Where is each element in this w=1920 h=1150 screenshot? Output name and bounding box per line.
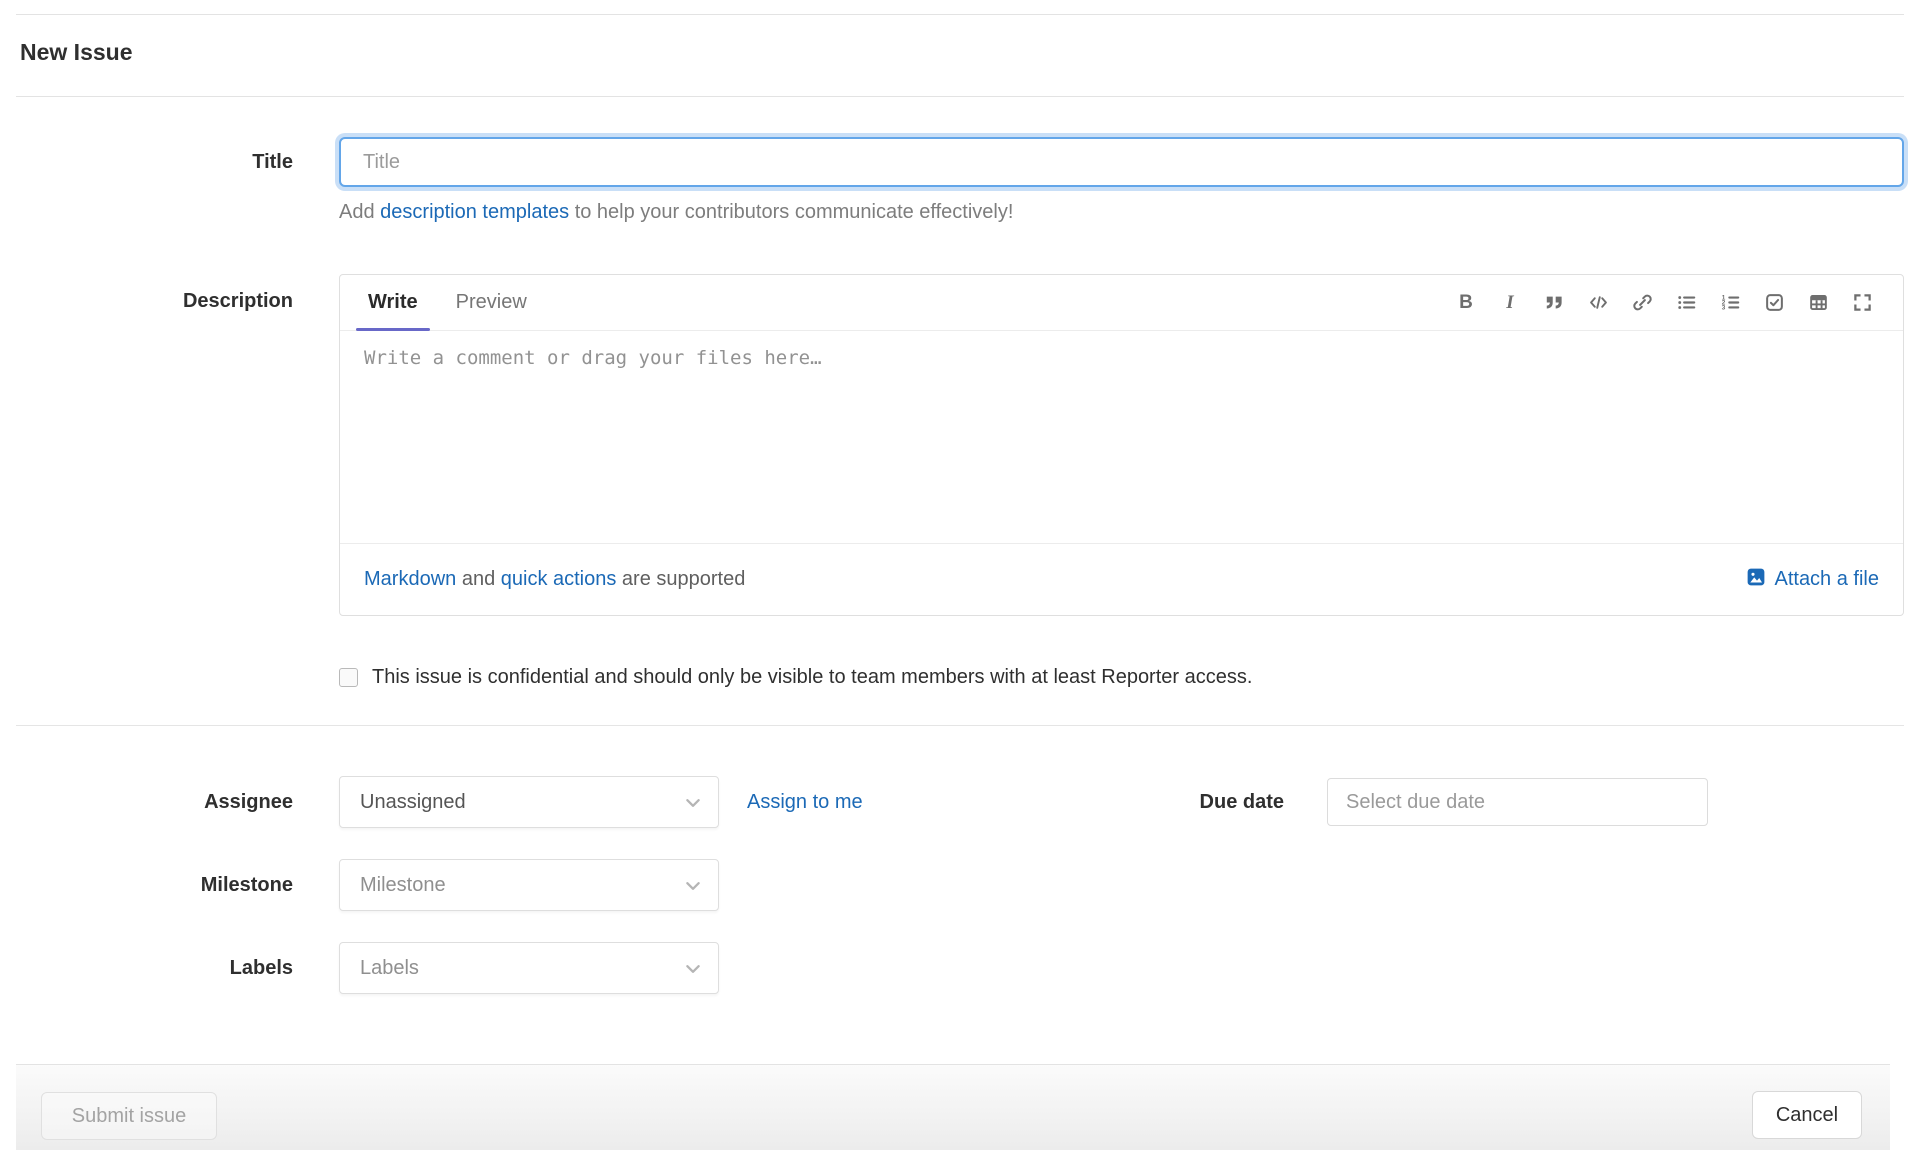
- svg-text:3: 3: [1721, 305, 1725, 312]
- link-icon[interactable]: [1627, 288, 1657, 318]
- assignee-label: Assignee: [204, 790, 293, 813]
- editor-toolbar: B I 123: [1451, 275, 1877, 330]
- tab-write[interactable]: Write: [356, 275, 430, 331]
- milestone-value: Milestone: [360, 873, 446, 896]
- supported-middle: and: [456, 568, 501, 590]
- chevron-down-icon: [686, 957, 700, 980]
- chevron-down-icon: [686, 791, 700, 814]
- section-divider: [16, 725, 1904, 726]
- confidential-text: This issue is confidential and should on…: [372, 666, 1253, 688]
- assignee-row: Assignee Unassigned Assign to me Due dat…: [16, 776, 1904, 828]
- editor-tabs: Write Preview: [356, 275, 529, 331]
- due-date-group: Due date: [1159, 776, 1708, 828]
- assignee-dropdown[interactable]: Unassigned: [339, 776, 719, 828]
- markdown-editor: Write Preview B I 1 2 3 Write a comment …: [339, 274, 1904, 616]
- title-label: Title: [252, 150, 293, 173]
- supported-suffix: are supported: [616, 568, 746, 590]
- new-issue-page: New Issue Title Add description template…: [0, 0, 1920, 994]
- help-prefix: Add: [339, 201, 381, 223]
- supported-text: Markdown and quick actions are supported: [364, 568, 745, 591]
- page-title: New Issue: [20, 39, 133, 65]
- table-icon[interactable]: [1803, 288, 1833, 318]
- editor-footer: Markdown and quick actions are supported…: [340, 543, 1903, 615]
- assign-to-me-link[interactable]: Assign to me: [747, 791, 863, 814]
- bulleted-list-icon[interactable]: [1671, 288, 1701, 318]
- title-input[interactable]: [339, 137, 1904, 187]
- confidential-checkbox[interactable]: [339, 668, 358, 687]
- quick-actions-link[interactable]: quick actions: [501, 568, 617, 590]
- header-divider: [16, 96, 1904, 97]
- description-templates-link[interactable]: description templates: [380, 201, 569, 223]
- confidential-option: This issue is confidential and should on…: [339, 666, 1904, 689]
- due-date-label: Due date: [1199, 790, 1284, 813]
- assignee-value: Unassigned: [360, 790, 466, 813]
- form-actions-bar: Submit issue Cancel: [16, 1064, 1890, 1150]
- description-label: Description: [182, 290, 293, 312]
- attach-file-button[interactable]: Attach a file: [1746, 567, 1879, 593]
- editor-body: [340, 331, 1903, 543]
- numbered-list-icon[interactable]: 123: [1715, 288, 1745, 318]
- labels-dropdown[interactable]: Labels: [339, 942, 719, 994]
- markdown-link[interactable]: Markdown: [364, 568, 456, 590]
- milestone-label: Milestone: [200, 873, 293, 896]
- milestone-row: Milestone Milestone: [16, 859, 1904, 911]
- description-row: Description Write Preview B I 1 2 3 Writ…: [16, 274, 1904, 616]
- milestone-dropdown[interactable]: Milestone: [339, 859, 719, 911]
- description-textarea[interactable]: [340, 331, 1903, 543]
- title-help-row: Add description templates to help your c…: [16, 201, 1904, 224]
- confidential-row: This issue is confidential and should on…: [16, 666, 1904, 689]
- cancel-button[interactable]: Cancel: [1752, 1091, 1862, 1139]
- labels-row: Labels Labels: [16, 942, 1904, 994]
- tab-preview[interactable]: Preview: [454, 275, 529, 330]
- title-help-text: Add description templates to help your c…: [339, 201, 1904, 224]
- code-icon[interactable]: [1583, 288, 1613, 318]
- due-date-input[interactable]: [1327, 778, 1708, 826]
- quote-icon[interactable]: [1539, 288, 1569, 318]
- italic-icon[interactable]: I: [1495, 288, 1525, 318]
- editor-header: Write Preview B I 1 2 3: [340, 275, 1903, 331]
- full-screen-icon[interactable]: [1847, 288, 1877, 318]
- labels-label: Labels: [229, 956, 293, 979]
- bold-icon[interactable]: B: [1451, 288, 1481, 318]
- page-header: New Issue: [16, 15, 1904, 96]
- submit-issue-button[interactable]: Submit issue: [41, 1092, 217, 1140]
- attach-file-icon: [1746, 567, 1766, 593]
- attach-file-label: Attach a file: [1774, 568, 1879, 590]
- help-suffix: to help your contributors communicate ef…: [569, 201, 1014, 223]
- task-list-icon[interactable]: [1759, 288, 1789, 318]
- title-row: Title: [16, 137, 1904, 187]
- labels-value: Labels: [360, 956, 419, 979]
- chevron-down-icon: [686, 874, 700, 897]
